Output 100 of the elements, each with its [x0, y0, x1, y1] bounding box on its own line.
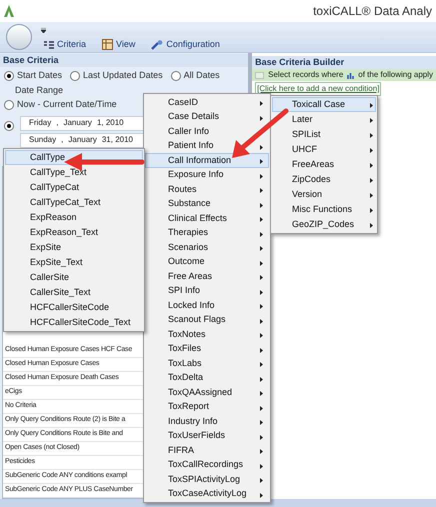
box-icon — [255, 72, 264, 78]
ribbon-tab[interactable]: View — [102, 38, 136, 52]
submenu-arrow-icon — [370, 133, 373, 138]
menu-item[interactable]: Version — [272, 187, 376, 202]
menu-item[interactable]: ExpSite — [5, 240, 143, 255]
arrow-drawing — [232, 108, 288, 158]
submenu-arrow-icon — [260, 260, 263, 266]
menu-item[interactable]: SPI Info — [145, 284, 269, 298]
submenu-arrow-icon — [370, 208, 373, 213]
menu-item[interactable]: ExpReason — [5, 210, 143, 225]
menu-item[interactable]: CallTypeCat_Text — [5, 195, 143, 210]
submenu-arrow-icon — [260, 188, 263, 193]
menu-item[interactable]: Outcome — [145, 254, 269, 269]
submenu-arrow-icon — [260, 174, 263, 178]
menu-item[interactable]: Routes — [145, 182, 269, 196]
submenu-arrow-icon — [370, 193, 373, 198]
radio-label: Start Dates — [17, 69, 62, 82]
submenu-arrow-icon — [260, 376, 263, 382]
submenu-arrow-icon — [370, 118, 373, 123]
submenu-arrow-icon — [370, 163, 373, 168]
menu-item[interactable]: HCFCallerSiteCode — [5, 300, 143, 315]
submenu-arrow-icon — [260, 217, 263, 222]
submenu-arrow-icon — [260, 391, 263, 396]
radio-button[interactable] — [4, 70, 14, 81]
submenu-arrow-icon — [260, 101, 263, 106]
submenu-arrow-icon — [260, 434, 263, 440]
menu-item[interactable]: Later — [272, 112, 376, 127]
submenu-arrow-icon — [260, 304, 263, 309]
menu-item[interactable]: ZipCodes — [272, 172, 376, 187]
menu-item[interactable]: Scanout Flags — [145, 312, 269, 327]
radio-label: All Dates — [184, 69, 220, 82]
menu-item[interactable]: Case Details — [145, 110, 269, 124]
menu-item[interactable]: Caller Info — [145, 124, 269, 138]
submenu-arrow-icon — [370, 103, 373, 108]
menu-item[interactable]: FreeAreas — [272, 157, 376, 172]
submenu-arrow-icon — [260, 116, 263, 120]
menu-item[interactable]: Free Areas — [145, 269, 269, 284]
dropdown-icon[interactable] — [41, 28, 46, 33]
application-menu-button[interactable] — [6, 24, 32, 50]
submenu-arrow-icon — [370, 223, 373, 228]
submenu-arrow-icon — [260, 478, 263, 483]
submenu-arrow-icon — [260, 406, 263, 410]
menu-item[interactable]: Patient Info — [145, 138, 269, 153]
menu-item[interactable]: Call Information — [145, 153, 269, 168]
menu-item[interactable]: CallerSite — [5, 270, 143, 285]
submenu-arrow-icon — [260, 348, 263, 352]
date-field[interactable]: Sunday , January 31, 2010 — [20, 132, 146, 148]
menu-item[interactable]: UHCF — [272, 142, 376, 157]
menu-item[interactable]: Scenarios — [145, 240, 269, 254]
submenu-arrow-icon — [370, 148, 373, 153]
window-title: toxiCALL® Data Analy — [313, 3, 432, 20]
menu-item[interactable]: Locked Info — [145, 298, 269, 312]
list-icon — [44, 40, 54, 50]
radio-button[interactable] — [70, 70, 80, 81]
submenu-arrow-icon — [260, 275, 263, 280]
submenu-arrow-icon — [260, 144, 263, 150]
menu-item[interactable]: Substance — [145, 196, 269, 211]
submenu-arrow-icon — [260, 202, 263, 208]
radio-button[interactable] — [4, 120, 14, 130]
condition-prefix: Select records where — [268, 69, 344, 81]
submenu-arrow-icon — [260, 362, 263, 367]
date-field[interactable]: Friday , January 1, 2010 — [20, 116, 146, 130]
submenu-arrow-icon — [260, 246, 263, 251]
wrench-icon — [151, 40, 164, 50]
submenu-arrow-icon — [260, 232, 263, 236]
submenu-arrow-icon — [260, 290, 263, 294]
menu-item[interactable]: GeoZIP_Codes — [272, 217, 376, 232]
ribbon-tab[interactable]: Criteria — [44, 38, 86, 52]
submenu-arrow-icon — [260, 492, 263, 498]
menu-item[interactable]: CallerSite_Text — [5, 285, 143, 300]
menu-item[interactable]: ExpSite_Text — [5, 255, 143, 270]
submenu-arrow-icon — [260, 318, 263, 324]
date-range-label: Date Range — [15, 84, 64, 97]
submenu-arrow-icon — [260, 159, 263, 164]
menu-item[interactable]: Toxicall Case — [272, 97, 376, 112]
menu-item[interactable]: ToxNotes — [145, 327, 269, 342]
condition-suffix: of the following apply — [358, 69, 433, 81]
submenu-arrow-icon — [260, 420, 263, 425]
radio-label: Now - Current Date/Time — [17, 98, 117, 111]
submenu-arrow-icon — [260, 333, 263, 338]
radio-label: Last Updated Dates — [83, 69, 163, 82]
menu-item[interactable]: SPIList — [272, 127, 376, 142]
submenu-arrow-icon — [260, 464, 263, 468]
menu-item[interactable]: Misc Functions — [272, 202, 376, 217]
menu-item[interactable]: Therapies — [145, 226, 269, 240]
menu-item[interactable]: Clinical Effects — [145, 211, 269, 226]
panel-header: Base Criteria Builder — [252, 56, 436, 69]
chart-icon[interactable] — [347, 72, 354, 78]
menu-item[interactable]: Exposure Info — [145, 168, 269, 182]
radio-button[interactable] — [4, 100, 14, 110]
submenu-arrow-icon — [260, 449, 263, 454]
panel-header: Base Criteria — [0, 54, 248, 67]
menu-item[interactable]: CallType_Text — [5, 165, 143, 180]
radio-button[interactable] — [170, 70, 181, 81]
menu-item[interactable]: ExpReason_Text — [5, 225, 143, 240]
grid-icon — [102, 39, 114, 50]
ribbon-tab[interactable]: Configuration — [151, 38, 220, 52]
menu-item[interactable]: CaseID — [145, 95, 269, 110]
menu-item[interactable]: CallTypeCat — [5, 180, 143, 195]
menu-item[interactable]: HCFCallerSiteCode_Text — [5, 315, 143, 330]
